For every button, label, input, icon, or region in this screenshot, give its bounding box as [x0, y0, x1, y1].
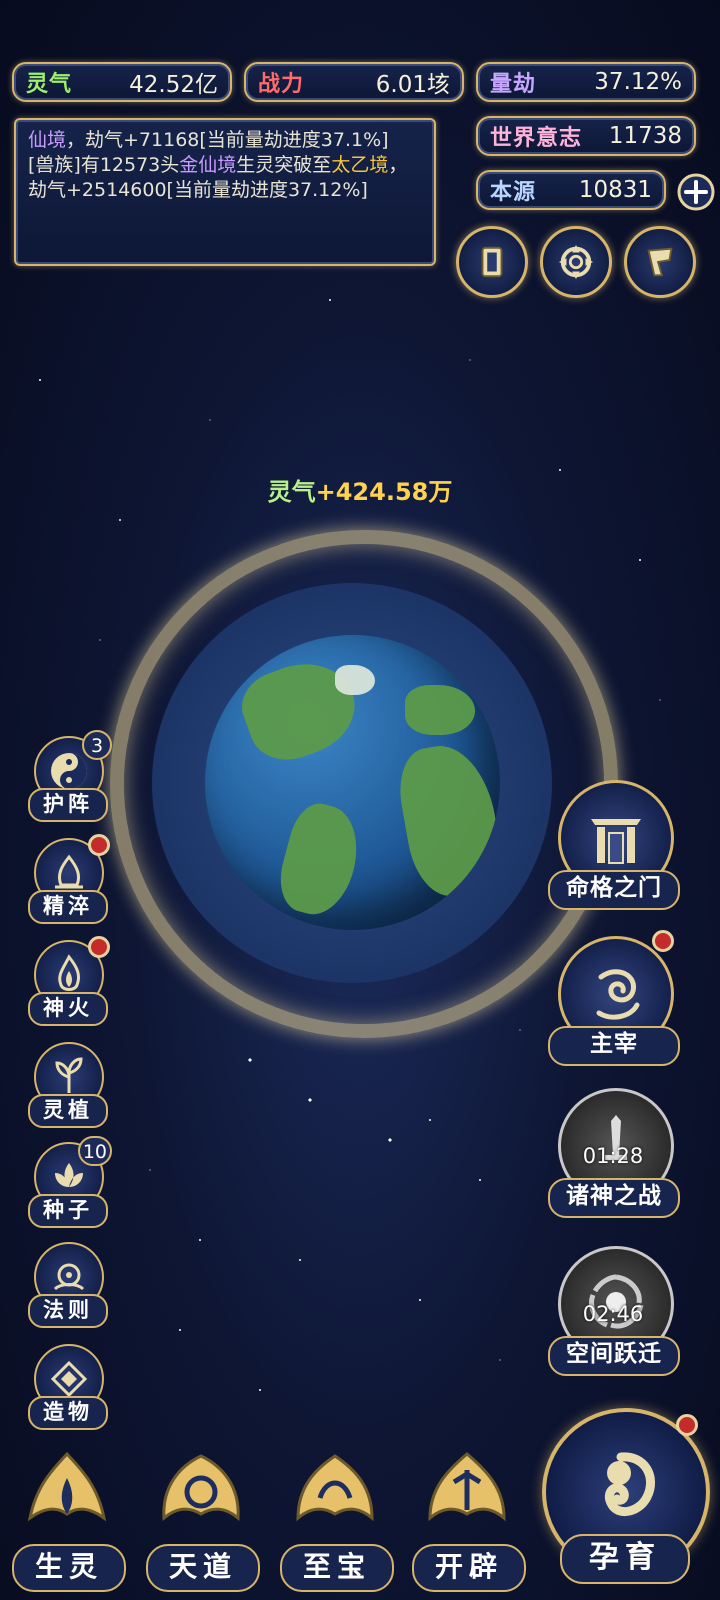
- gain-value: +424.58万: [315, 478, 453, 506]
- bottom-btn-treasure[interactable]: 至宝: [276, 1448, 394, 1592]
- treasure-emblem-icon: [296, 1454, 374, 1522]
- left-btn-divine-fire[interactable]: 神火: [26, 936, 110, 1026]
- yin-yang-icon: [51, 753, 87, 789]
- nurture-label: 孕育: [560, 1534, 690, 1584]
- continent-south-america: [271, 797, 369, 923]
- law-sigil-icon: [53, 1263, 85, 1291]
- log-realm-2: 金仙境: [179, 154, 237, 176]
- bottom-btn-label: 天道: [146, 1544, 260, 1592]
- left-btn-protection-array[interactable]: 3 护阵: [26, 730, 112, 822]
- seed-count-badge: 10: [77, 1136, 112, 1166]
- bottom-btn-label: 至宝: [280, 1544, 394, 1592]
- world-will-label: 世界意志: [490, 126, 583, 151]
- left-btn-law[interactable]: 法则: [26, 1242, 110, 1328]
- combat-power-stat[interactable]: 战力 6.01垓: [244, 62, 464, 102]
- log-text-1: ，劫气+71168[当前量劫进度37.1%]: [66, 129, 389, 151]
- lotus-flame-icon: [55, 854, 83, 889]
- calamity-value: 37.12%: [594, 69, 682, 95]
- axe-emblem-icon: [428, 1452, 506, 1522]
- dragon-icon: [596, 969, 640, 1020]
- combat-power-label: 战力: [258, 72, 305, 97]
- notification-dot: [652, 930, 674, 952]
- swirl-icon: [558, 244, 594, 280]
- plus-icon: [677, 173, 715, 211]
- left-btn-creation[interactable]: 造物: [26, 1344, 110, 1430]
- gain-label: 灵气: [267, 478, 316, 506]
- notification-dot: [88, 936, 110, 958]
- continent-africa: [392, 738, 500, 902]
- world-will-stat[interactable]: 世界意志 11738: [476, 116, 696, 156]
- diamond-icon: [50, 1360, 88, 1398]
- lingqi-label: 灵气: [26, 72, 73, 97]
- phoenix-emblem-icon: [27, 1451, 107, 1522]
- bottom-btn-genesis[interactable]: 开辟: [408, 1448, 526, 1592]
- cloud-emblem-icon: [162, 1454, 240, 1522]
- plant-icon: [55, 1057, 83, 1093]
- right-btn-label: 诸神之战: [548, 1178, 680, 1218]
- left-btn-label: 神火: [28, 992, 108, 1026]
- card-button[interactable]: [456, 226, 528, 298]
- log-realm-1: 仙境: [28, 129, 67, 151]
- lingqi-value: 42.52亿: [129, 72, 218, 98]
- log-text-2b: 生灵突破至: [236, 154, 332, 176]
- space-jump-timer: 02:46: [582, 1302, 644, 1326]
- nurture-button[interactable]: 孕育: [536, 1408, 712, 1596]
- left-btn-refine[interactable]: 精淬: [26, 834, 110, 924]
- origin-value: 10831: [578, 177, 652, 203]
- log-realm-3: 太乙境: [331, 154, 389, 176]
- add-origin-button[interactable]: [676, 172, 716, 216]
- combat-power-value: 6.01垓: [375, 72, 450, 98]
- right-btn-gods-war[interactable]: 01:28 诸神之战: [548, 1088, 680, 1218]
- continent-europe: [405, 685, 475, 735]
- flag-icon: [647, 247, 673, 277]
- left-btn-seed[interactable]: 10 种子: [26, 1136, 112, 1228]
- left-btn-label: 灵植: [28, 1094, 108, 1128]
- calamity-stat[interactable]: 量劫 37.12%: [476, 62, 696, 102]
- world-will-value: 11738: [608, 123, 682, 149]
- left-btn-label: 造物: [28, 1396, 108, 1430]
- right-btn-fate-gate[interactable]: 命格之门: [548, 780, 680, 910]
- left-btn-label: 种子: [28, 1194, 108, 1228]
- calamity-label: 量劫: [490, 72, 537, 97]
- bottom-btn-creatures[interactable]: 生灵: [8, 1448, 126, 1592]
- swirl-button[interactable]: [540, 226, 612, 298]
- lingqi-gain-text: 灵气+424.58万: [0, 472, 720, 507]
- bottom-btn-heavenly-dao[interactable]: 天道: [142, 1448, 260, 1592]
- notification-dot: [676, 1414, 698, 1436]
- gods-war-timer: 01:28: [582, 1144, 644, 1168]
- flame-icon: [58, 954, 81, 991]
- right-btn-label: 命格之门: [548, 870, 680, 910]
- log-text-2a: [兽族]有12573头: [28, 154, 180, 176]
- flag-button[interactable]: [624, 226, 696, 298]
- right-btn-space-jump[interactable]: 02:46 空间跃迁: [548, 1246, 680, 1376]
- card-icon: [481, 246, 503, 278]
- planet-earth[interactable]: [205, 635, 500, 930]
- left-btn-spirit-plant[interactable]: 灵植: [26, 1042, 110, 1128]
- right-btn-sovereign[interactable]: 主宰: [548, 930, 680, 1066]
- lingqi-stat[interactable]: 灵气 42.52亿: [12, 62, 232, 102]
- right-btn-label: 主宰: [548, 1026, 680, 1066]
- greenland-ice: [335, 665, 375, 695]
- protection-array-count-badge: 3: [82, 730, 112, 760]
- event-log[interactable]: 仙境，劫气+71168[当前量劫进度37.1%] [兽族]有12573头金仙境生…: [14, 118, 436, 266]
- left-btn-label: 法则: [28, 1294, 108, 1328]
- gate-icon: [591, 819, 641, 864]
- origin-label: 本源: [490, 180, 537, 205]
- embryo-icon: [605, 1452, 656, 1516]
- bottom-btn-label: 生灵: [12, 1544, 126, 1592]
- origin-stat[interactable]: 本源 10831: [476, 170, 666, 210]
- left-btn-label: 精淬: [28, 890, 108, 924]
- notification-dot: [88, 834, 110, 856]
- right-btn-label: 空间跃迁: [548, 1336, 680, 1376]
- left-btn-label: 护阵: [28, 788, 108, 822]
- bottom-btn-label: 开辟: [412, 1544, 526, 1592]
